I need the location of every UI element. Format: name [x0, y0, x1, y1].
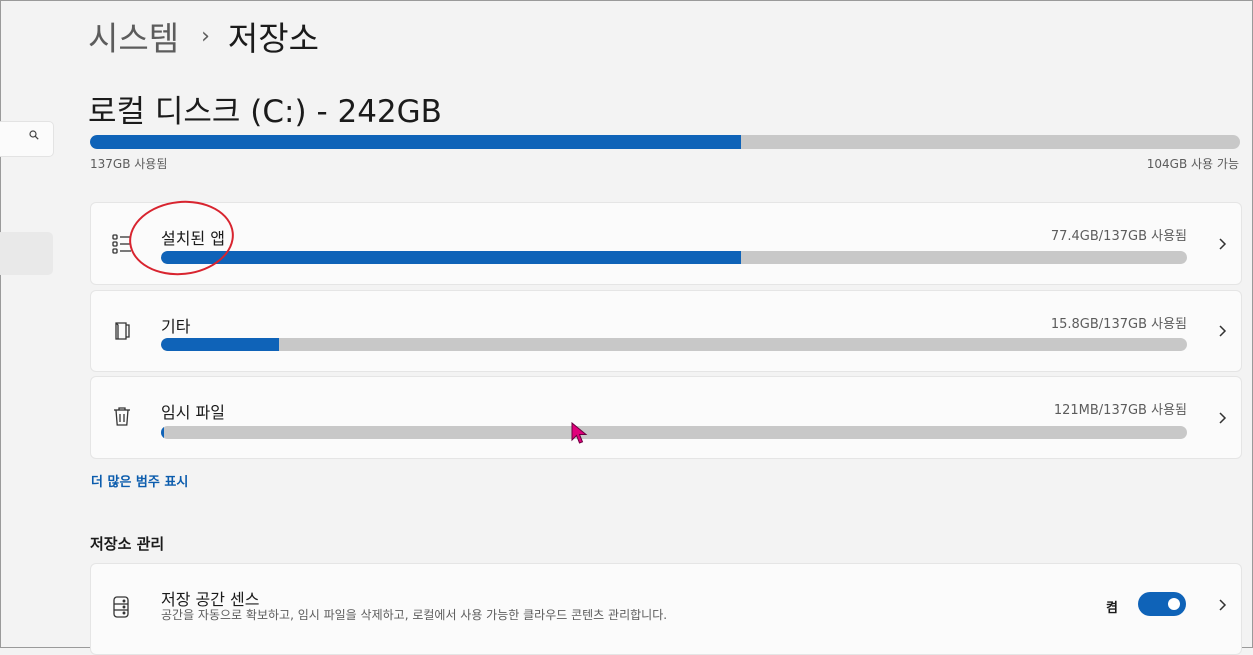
search-box[interactable] — [0, 121, 54, 157]
category-usage-bar — [161, 426, 1187, 439]
chevron-right-icon — [1219, 238, 1227, 250]
category-other[interactable]: 기타 15.8GB/137GB 사용됨 — [90, 290, 1242, 372]
storage-drive-icon — [113, 596, 129, 618]
storage-sense-toggle[interactable] — [1138, 592, 1186, 616]
category-title: 설치된 앱 — [161, 229, 225, 248]
breadcrumb: 시스템 › 저장소 — [88, 14, 319, 58]
trash-icon — [114, 407, 130, 426]
chevron-right-icon — [1219, 412, 1227, 424]
category-title: 임시 파일 — [161, 403, 225, 422]
category-temp-files[interactable]: 임시 파일 121MB/137GB 사용됨 — [90, 376, 1242, 459]
storage-sense-toggle-label: 켬 — [1106, 601, 1118, 616]
section-title: 저장소 관리 — [90, 535, 165, 553]
disk-used-label: 137GB 사용됨 — [90, 157, 168, 171]
storage-sense-description: 공간을 자동으로 확보하고, 임시 파일을 삭제하고, 로컬에서 사용 가능한 … — [161, 608, 668, 622]
search-icon — [29, 130, 39, 140]
category-usage-bar-fill — [161, 251, 741, 264]
apps-list-icon — [112, 234, 131, 254]
chevron-right-icon — [1219, 599, 1227, 611]
breadcrumb-system[interactable]: 시스템 — [88, 12, 179, 60]
category-title: 기타 — [161, 317, 191, 336]
more-categories-link[interactable]: 더 많은 범주 표시 — [91, 471, 188, 490]
category-usage-bar-fill — [161, 338, 279, 351]
category-usage-bar — [161, 338, 1187, 351]
disk-usage-bar-fill — [90, 135, 741, 149]
disk-title: 로컬 디스크 (C:) - 242GB — [88, 94, 442, 130]
toggle-knob — [1168, 598, 1180, 610]
sidebar-selected-item[interactable] — [0, 232, 53, 275]
category-size: 77.4GB/137GB 사용됨 — [1050, 229, 1187, 244]
breadcrumb-separator-icon: › — [201, 23, 210, 49]
mouse-cursor-icon — [571, 422, 588, 444]
chevron-right-icon — [1219, 325, 1227, 337]
disk-usage-bar — [90, 135, 1240, 149]
category-size: 121MB/137GB 사용됨 — [1053, 403, 1187, 418]
category-installed-apps[interactable]: 설치된 앱 77.4GB/137GB 사용됨 — [90, 202, 1242, 285]
category-usage-bar — [161, 251, 1187, 264]
other-files-icon — [115, 322, 130, 340]
page-title: 저장소 — [227, 19, 319, 58]
category-size: 15.8GB/137GB 사용됨 — [1050, 317, 1187, 332]
disk-free-label: 104GB 사용 가능 — [1146, 157, 1239, 171]
category-usage-bar-fill — [161, 426, 165, 439]
